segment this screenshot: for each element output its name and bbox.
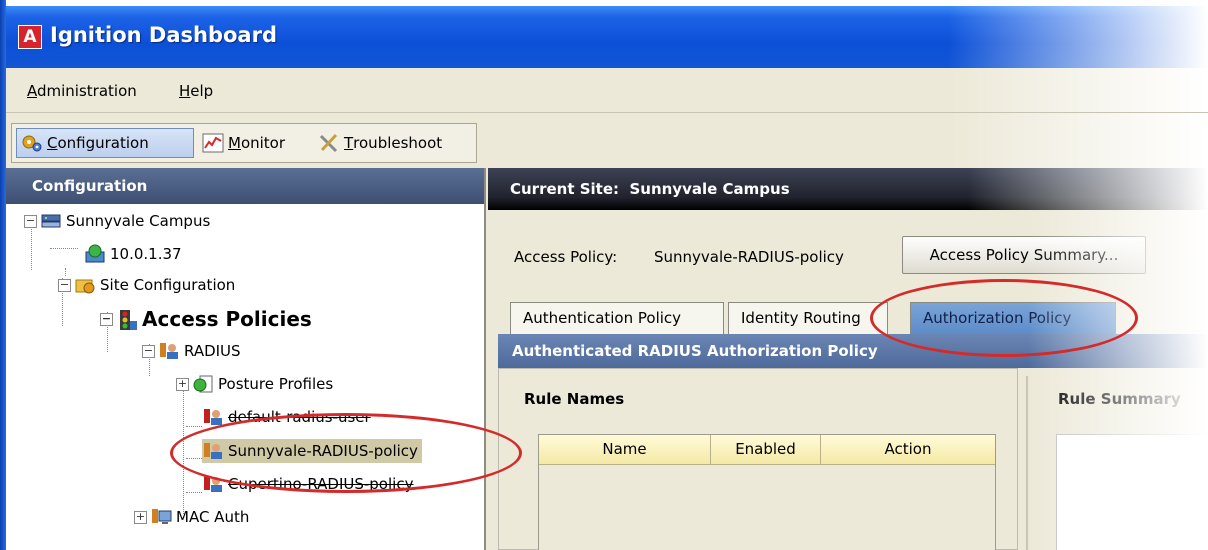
tree-item-label: 10.0.1.37 (110, 245, 182, 263)
menu-bar: Administration Help (6, 68, 1208, 112)
chart-icon (202, 133, 224, 153)
rule-summary-area (1056, 434, 1208, 550)
column-header-enabled[interactable]: Enabled (711, 435, 821, 464)
menu-help[interactable]: Help (179, 82, 213, 100)
tree-connector (186, 458, 202, 459)
monitor-button[interactable]: Monitor (198, 128, 310, 158)
column-header-action[interactable]: Action (821, 435, 995, 464)
policy-editor: Access Policy: Sunnyvale-RADIUS-policy A… (488, 210, 1208, 550)
menu-label: elp (190, 82, 214, 100)
view-switcher: Configuration Monitor Troubleshoot (11, 123, 477, 163)
menu-mnemonic: A (27, 82, 37, 100)
tree-item-ip[interactable]: 10.0.1.37 (84, 242, 182, 266)
collapse-icon[interactable]: − (100, 312, 113, 326)
toolbar-mnemonic: M (228, 134, 241, 152)
tree-item-label: default-radius-user (228, 408, 371, 426)
toolbar-label: onitor (240, 134, 286, 152)
tree-item-sunnyvale-radius-policy[interactable]: Sunnyvale-RADIUS-policy (202, 439, 422, 463)
access-policy-summary-button[interactable]: Access Policy Summary... (902, 236, 1146, 274)
tree-item-access-policies[interactable]: − Access Policies (100, 307, 312, 331)
traffic-light-icon (116, 309, 138, 330)
tree-item-site-configuration[interactable]: − Site Configuration (58, 273, 235, 297)
tree-connector (186, 492, 202, 493)
rule-names-label: Rule Names (524, 390, 625, 408)
tree-item-posture-profiles[interactable]: + Posture Profiles (176, 372, 333, 396)
current-site-label: Current Site: (510, 180, 620, 198)
tree-item-default-radius-user[interactable]: default-radius-user (202, 405, 371, 429)
expand-icon[interactable]: + (134, 510, 147, 524)
policy-header: Authenticated RADIUS Authorization Polic… (498, 334, 1208, 368)
tree-item-label: Posture Profiles (218, 375, 334, 393)
tree-item-mac-auth[interactable]: + MAC Auth (134, 505, 249, 529)
tools-icon (318, 133, 340, 153)
window-title: Ignition Dashboard (50, 23, 277, 47)
tree-item-label: RADIUS (184, 342, 241, 360)
configuration-panel: Configuration − Sunnyvale Campus 10.0.1.… (6, 168, 486, 550)
users-icon (158, 341, 180, 361)
tree-connector (50, 248, 78, 249)
toolbar-label: roubleshoot (353, 134, 443, 152)
rule-summary-label: Rule Summary (1058, 390, 1181, 408)
title-bar[interactable]: A Ignition Dashboard (6, 6, 1208, 68)
collapse-icon[interactable]: − (142, 344, 155, 358)
policy-icon (202, 407, 224, 427)
tab-authentication-policy[interactable]: Authentication Policy (510, 302, 724, 334)
collapse-icon[interactable]: − (24, 214, 37, 228)
network-icon (40, 211, 62, 231)
tree-item-label: Sunnyvale-RADIUS-policy (228, 442, 418, 460)
tree-item-cupertino-radius-policy[interactable]: Cupertino-RADIUS-policy (202, 472, 413, 496)
current-site-bar: Current Site: Sunnyvale Campus (488, 168, 1208, 210)
panel-title: Configuration (6, 168, 484, 204)
column-header-name[interactable]: Name (539, 435, 711, 464)
tree-item-label: Access Policies (142, 307, 312, 331)
monitor-icon (150, 507, 172, 527)
access-policy-label: Access Policy: (514, 248, 618, 266)
policy-icon (202, 441, 224, 461)
app-logo-icon: A (18, 25, 42, 49)
policy-icon (202, 474, 224, 494)
server-icon (84, 244, 106, 264)
tree-item-label: MAC Auth (176, 508, 250, 526)
menu-label: dministration (37, 82, 137, 100)
tree-item-label: Sunnyvale Campus (66, 212, 211, 230)
toolbar-mnemonic: T (344, 134, 354, 152)
troubleshoot-button[interactable]: Troubleshoot (314, 128, 474, 158)
current-site-name: Sunnyvale Campus (629, 180, 790, 198)
toolbar-mnemonic: C (47, 134, 58, 152)
tree-item-radius[interactable]: − RADIUS (142, 339, 241, 363)
tree-item-label: Cupertino-RADIUS-policy (228, 475, 414, 493)
splitter[interactable] (1026, 376, 1028, 550)
app-window: A Ignition Dashboard Administration Help… (6, 6, 1208, 550)
tree-item-sunnyvale-campus[interactable]: − Sunnyvale Campus (24, 209, 210, 233)
rules-table: Name Enabled Action (538, 434, 996, 550)
tree-item-label: Site Configuration (100, 276, 236, 294)
menu-administration[interactable]: Administration (27, 82, 137, 100)
tab-identity-routing[interactable]: Identity Routing (728, 302, 888, 334)
menu-mnemonic: H (179, 82, 191, 100)
collapse-icon[interactable]: − (58, 278, 71, 292)
tree-connector (183, 378, 184, 514)
folder-gear-icon (74, 275, 96, 295)
gears-icon (21, 133, 43, 153)
expand-icon[interactable]: + (176, 377, 189, 391)
toolbar-label: onfiguration (57, 134, 149, 152)
access-policy-value: Sunnyvale-RADIUS-policy (654, 248, 844, 266)
tree-connector (186, 426, 202, 427)
configuration-button[interactable]: Configuration (16, 128, 194, 158)
tab-authorization-policy[interactable]: Authorization Policy (910, 302, 1116, 334)
toolbar: Configuration Monitor Troubleshoot (6, 112, 1208, 169)
config-tree: − Sunnyvale Campus 10.0.1.37 − Site Conf… (6, 204, 484, 550)
posture-icon (192, 374, 214, 394)
rules-table-header: Name Enabled Action (539, 435, 995, 465)
